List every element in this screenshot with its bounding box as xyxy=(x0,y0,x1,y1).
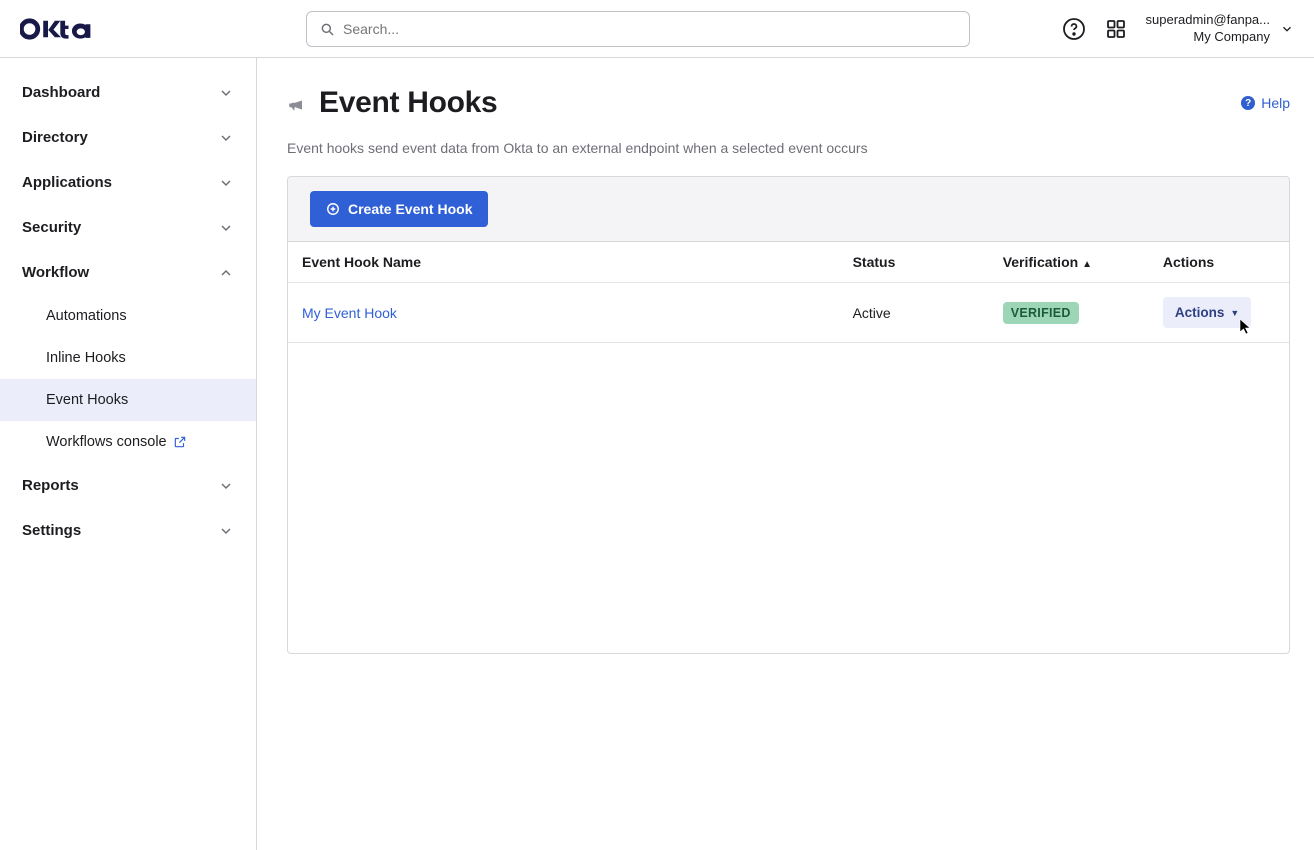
sidebar-sub-label: Workflows console xyxy=(46,434,167,450)
chevron-down-icon xyxy=(1280,22,1294,36)
col-name[interactable]: Event Hook Name xyxy=(288,242,839,283)
sidebar-item-security[interactable]: Security xyxy=(0,205,256,250)
col-status-label: Status xyxy=(853,254,896,270)
status-badge: VERIFIED xyxy=(1003,302,1079,324)
sidebar-sub-label: Event Hooks xyxy=(46,392,128,408)
search-input[interactable] xyxy=(343,21,957,37)
help-icon[interactable] xyxy=(1062,17,1086,41)
col-actions: Actions xyxy=(1149,242,1289,283)
sidebar-sub-workflows-console[interactable]: Workflows console xyxy=(0,421,256,463)
table-row: My Event Hook Active VERIFIED Actions ▼ xyxy=(288,283,1289,343)
sort-asc-icon: ▲ xyxy=(1082,259,1092,270)
okta-logo[interactable] xyxy=(20,15,102,43)
event-hooks-panel: Create Event Hook Event Hook Name Status… xyxy=(287,176,1290,654)
search-icon xyxy=(319,21,335,37)
chevron-down-icon xyxy=(218,478,234,494)
sidebar-item-directory[interactable]: Directory xyxy=(0,115,256,160)
user-org: My Company xyxy=(1146,29,1271,45)
caret-down-icon: ▼ xyxy=(1230,308,1239,318)
chevron-up-icon xyxy=(218,265,234,281)
sidebar-label: Settings xyxy=(22,522,81,539)
page-title: Event Hooks xyxy=(319,86,497,120)
col-name-label: Event Hook Name xyxy=(302,254,421,270)
help-badge-icon: ? xyxy=(1241,96,1255,110)
event-hooks-table: Event Hook Name Status Verification ▲ Act… xyxy=(288,242,1289,343)
user-menu[interactable]: superadmin@fanpa... My Company xyxy=(1146,12,1295,45)
plus-circle-icon xyxy=(326,202,340,216)
chevron-down-icon xyxy=(218,130,234,146)
sidebar-nav: Dashboard Directory Applications Securit… xyxy=(0,58,257,850)
sidebar-label: Reports xyxy=(22,477,79,494)
external-link-icon xyxy=(173,435,187,449)
app-header: superadmin@fanpa... My Company xyxy=(0,0,1314,58)
megaphone-icon xyxy=(287,96,305,114)
event-hook-link[interactable]: My Event Hook xyxy=(302,305,397,321)
sidebar-label: Security xyxy=(22,219,81,236)
chevron-down-icon xyxy=(218,523,234,539)
col-status[interactable]: Status xyxy=(839,242,989,283)
actions-button-label: Actions xyxy=(1175,305,1225,320)
chevron-down-icon xyxy=(218,175,234,191)
col-verification-label: Verification xyxy=(1003,254,1078,270)
col-verification[interactable]: Verification ▲ xyxy=(989,242,1149,283)
create-button-label: Create Event Hook xyxy=(348,201,472,217)
sidebar-sub-label: Automations xyxy=(46,308,127,324)
sidebar-item-settings[interactable]: Settings xyxy=(0,508,256,553)
chevron-down-icon xyxy=(218,85,234,101)
user-email: superadmin@fanpa... xyxy=(1146,12,1271,28)
sidebar-label: Directory xyxy=(22,129,88,146)
panel-toolbar: Create Event Hook xyxy=(288,177,1289,242)
panel-spacer xyxy=(288,343,1289,653)
col-actions-label: Actions xyxy=(1163,254,1214,270)
sidebar-sub-automations[interactable]: Automations xyxy=(0,295,256,337)
sidebar-sub-inline-hooks[interactable]: Inline Hooks xyxy=(0,337,256,379)
help-label: Help xyxy=(1261,95,1290,111)
sidebar-sub-event-hooks[interactable]: Event Hooks xyxy=(0,379,256,421)
sidebar-item-dashboard[interactable]: Dashboard xyxy=(0,70,256,115)
sidebar-sub-label: Inline Hooks xyxy=(46,350,126,366)
sidebar-label: Dashboard xyxy=(22,84,100,101)
main-content: Event Hooks ? Help Event hooks send even… xyxy=(257,58,1314,850)
chevron-down-icon xyxy=(218,220,234,236)
sidebar-label: Applications xyxy=(22,174,112,191)
sidebar-item-workflow[interactable]: Workflow xyxy=(0,250,256,295)
sidebar-item-reports[interactable]: Reports xyxy=(0,463,256,508)
status-text: Active xyxy=(853,305,891,321)
row-actions-button[interactable]: Actions ▼ xyxy=(1163,297,1251,328)
page-description: Event hooks send event data from Okta to… xyxy=(287,140,1290,156)
sidebar-item-applications[interactable]: Applications xyxy=(0,160,256,205)
apps-grid-icon[interactable] xyxy=(1104,17,1128,41)
help-link[interactable]: ? Help xyxy=(1241,95,1290,111)
create-event-hook-button[interactable]: Create Event Hook xyxy=(310,191,488,227)
global-search[interactable] xyxy=(306,11,970,47)
sidebar-label: Workflow xyxy=(22,264,89,281)
